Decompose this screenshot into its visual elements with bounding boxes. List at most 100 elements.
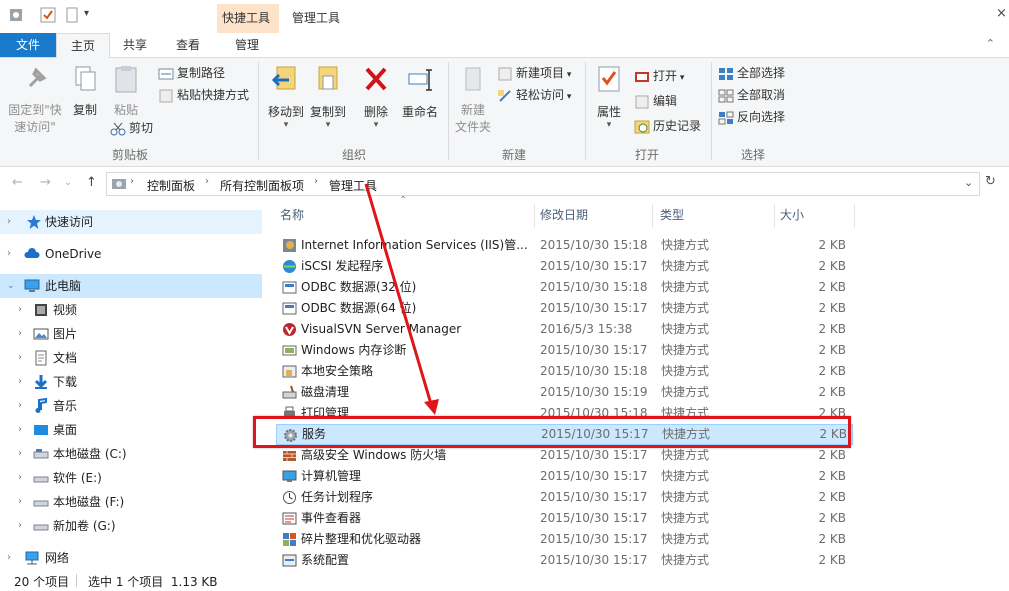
expand-arrow-icon[interactable]: › bbox=[18, 322, 22, 346]
open-button[interactable]: 打开 ▾ bbox=[634, 67, 684, 85]
checkmark-icon[interactable] bbox=[40, 7, 56, 23]
expand-arrow-icon[interactable]: › bbox=[7, 242, 11, 266]
tab-manage[interactable]: 管理 bbox=[220, 33, 274, 57]
expand-arrow-icon[interactable]: › bbox=[18, 346, 22, 370]
file-row[interactable]: 系统配置 2015/10/30 15:17 快捷方式 2 KB bbox=[276, 550, 851, 571]
column-header-type[interactable]: 类型 bbox=[660, 202, 684, 228]
file-row[interactable]: 计算机管理 2015/10/30 15:17 快捷方式 2 KB bbox=[276, 466, 851, 487]
new-folder-icon[interactable] bbox=[64, 7, 80, 23]
address-bar[interactable]: › 控制面板 › 所有控制面板项 › 管理工具 ⌄ bbox=[106, 172, 980, 196]
column-divider[interactable] bbox=[774, 204, 775, 228]
delete-button[interactable]: 删除 ▾ bbox=[358, 64, 394, 130]
new-item-button[interactable]: 新建项目 ▾ bbox=[497, 64, 571, 82]
refresh-icon[interactable]: ↻ bbox=[985, 174, 996, 189]
file-date: 2015/10/30 15:19 bbox=[540, 385, 648, 399]
new-folder-button[interactable]: 新建 文件夹 bbox=[452, 64, 494, 135]
file-row[interactable]: ODBC 数据源(64 位) 2015/10/30 15:17 快捷方式 2 K… bbox=[276, 298, 851, 319]
sidebar-item-network[interactable]: › 网络 bbox=[0, 546, 262, 570]
file-row[interactable]: ODBC 数据源(32 位) 2015/10/30 15:18 快捷方式 2 K… bbox=[276, 277, 851, 298]
sidebar-item-onedrive[interactable]: › OneDrive bbox=[0, 242, 262, 266]
sidebar-item-music[interactable]: › 音乐 bbox=[0, 394, 262, 418]
tab-file[interactable]: 文件 bbox=[0, 33, 56, 57]
sidebar-item-pictures[interactable]: › 图片 bbox=[0, 322, 262, 346]
copy-button[interactable]: 复制 bbox=[66, 64, 104, 118]
sort-ascending-icon: ⌃ bbox=[399, 195, 408, 206]
properties-icon[interactable] bbox=[8, 7, 24, 23]
history-button[interactable]: 历史记录 bbox=[634, 117, 701, 135]
up-arrow-icon[interactable]: ↑ bbox=[86, 175, 97, 190]
open-label: 打开 bbox=[653, 69, 678, 83]
forward-arrow-icon[interactable]: → bbox=[40, 175, 51, 190]
file-row[interactable]: 碎片整理和优化驱动器 2015/10/30 15:17 快捷方式 2 KB bbox=[276, 529, 851, 550]
file-row[interactable]: VisualSVN Server Manager 2016/5/3 15:38 … bbox=[276, 319, 851, 340]
pin-quick-access-button[interactable]: 固定到"快 速访问" bbox=[4, 64, 66, 135]
qa-dropdown-icon[interactable]: ▾ bbox=[84, 8, 89, 19]
expand-arrow-icon[interactable]: › bbox=[18, 466, 22, 490]
expand-arrow-icon[interactable]: › bbox=[18, 418, 22, 442]
file-size: 2 KB bbox=[818, 259, 846, 273]
file-row[interactable]: Windows 内存诊断 2015/10/30 15:17 快捷方式 2 KB bbox=[276, 340, 851, 361]
column-divider[interactable] bbox=[652, 204, 653, 228]
close-icon[interactable]: × bbox=[996, 6, 1007, 21]
properties-check-icon bbox=[598, 66, 620, 92]
file-row[interactable]: Internet Information Services (IIS)管... … bbox=[276, 235, 851, 256]
file-type: 快捷方式 bbox=[661, 364, 710, 378]
expand-arrow-icon[interactable]: › bbox=[18, 298, 22, 322]
invert-selection-button[interactable]: 反向选择 bbox=[718, 108, 785, 126]
file-row[interactable]: 本地安全策略 2015/10/30 15:18 快捷方式 2 KB bbox=[276, 361, 851, 382]
cut-button[interactable]: 剪切 bbox=[110, 119, 153, 137]
rename-button[interactable]: 重命名 bbox=[398, 64, 442, 120]
expand-arrow-icon[interactable]: › bbox=[7, 546, 11, 570]
expand-arrow-icon[interactable]: › bbox=[18, 514, 22, 538]
column-divider[interactable] bbox=[854, 204, 855, 228]
easy-access-button[interactable]: 轻松访问 ▾ bbox=[497, 86, 571, 104]
copy-to-button[interactable]: 复制到 ▾ bbox=[306, 64, 350, 130]
column-header-name[interactable]: 名称 bbox=[280, 202, 304, 228]
column-divider[interactable] bbox=[534, 204, 535, 228]
expand-arrow-icon[interactable]: › bbox=[18, 370, 22, 394]
breadcrumb-admin-tools[interactable]: 管理工具 bbox=[329, 177, 377, 194]
file-row[interactable]: iSCSI 发起程序 2015/10/30 15:17 快捷方式 2 KB bbox=[276, 256, 851, 277]
paste-button[interactable]: 粘贴 bbox=[106, 64, 146, 118]
tab-view[interactable]: 查看 bbox=[162, 33, 214, 57]
expand-arrow-icon[interactable]: › bbox=[7, 210, 11, 234]
sidebar-item-drive-c[interactable]: › 本地磁盘 (C:) bbox=[0, 442, 262, 466]
sidebar-item-drive-e[interactable]: › 软件 (E:) bbox=[0, 466, 262, 490]
recent-locations-icon[interactable]: ⌄ bbox=[64, 177, 72, 188]
expand-arrow-icon[interactable]: › bbox=[18, 490, 22, 514]
breadcrumb-separator-icon: › bbox=[130, 176, 134, 187]
move-to-button[interactable]: 移动到 ▾ bbox=[264, 64, 308, 130]
expand-arrow-icon[interactable]: › bbox=[18, 394, 22, 418]
edit-button[interactable]: 编辑 bbox=[634, 92, 677, 110]
sidebar-item-documents[interactable]: › 文档 bbox=[0, 346, 262, 370]
breadcrumb-all-items[interactable]: 所有控制面板项 bbox=[220, 177, 304, 194]
properties-button[interactable]: 属性 ▾ bbox=[592, 64, 626, 130]
sidebar-item-this-pc[interactable]: ⌄ 此电脑 bbox=[0, 274, 262, 298]
ribbon-separator bbox=[585, 62, 586, 160]
column-header-size[interactable]: 大小 bbox=[780, 202, 804, 228]
collapse-ribbon-icon[interactable]: ⌃ bbox=[986, 37, 995, 50]
select-all-button[interactable]: 全部选择 bbox=[718, 64, 785, 82]
expand-arrow-icon[interactable]: › bbox=[18, 442, 22, 466]
copy-path-button[interactable]: 复制路径 bbox=[158, 64, 225, 82]
sidebar-item-videos[interactable]: › 视频 bbox=[0, 298, 262, 322]
back-arrow-icon[interactable]: ← bbox=[12, 175, 23, 190]
sidebar-item-desktop[interactable]: › 桌面 bbox=[0, 418, 262, 442]
file-row[interactable]: 高级安全 Windows 防火墙 2015/10/30 15:17 快捷方式 2… bbox=[276, 445, 851, 466]
file-row[interactable]: 事件查看器 2015/10/30 15:17 快捷方式 2 KB bbox=[276, 508, 851, 529]
select-none-button[interactable]: 全部取消 bbox=[718, 86, 785, 104]
group-label-select: 选择 bbox=[741, 148, 766, 162]
file-row[interactable]: 任务计划程序 2015/10/30 15:17 快捷方式 2 KB bbox=[276, 487, 851, 508]
sidebar-item-quick-access[interactable]: › 快速访问 bbox=[0, 210, 262, 234]
address-dropdown-icon[interactable]: ⌄ bbox=[964, 176, 973, 189]
column-header-date[interactable]: 修改日期 bbox=[540, 202, 588, 228]
sidebar-item-drive-g[interactable]: › 新加卷 (G:) bbox=[0, 514, 262, 538]
paste-shortcut-button[interactable]: 粘贴快捷方式 bbox=[158, 86, 249, 104]
sidebar-item-drive-f[interactable]: › 本地磁盘 (F:) bbox=[0, 490, 262, 514]
tab-share[interactable]: 共享 bbox=[110, 33, 160, 57]
tab-home[interactable]: 主页 bbox=[56, 33, 110, 58]
file-row[interactable]: 磁盘清理 2015/10/30 15:19 快捷方式 2 KB bbox=[276, 382, 851, 403]
collapse-arrow-icon[interactable]: ⌄ bbox=[7, 274, 15, 298]
sidebar-item-downloads[interactable]: › 下载 bbox=[0, 370, 262, 394]
breadcrumb-control-panel[interactable]: 控制面板 bbox=[147, 177, 195, 194]
